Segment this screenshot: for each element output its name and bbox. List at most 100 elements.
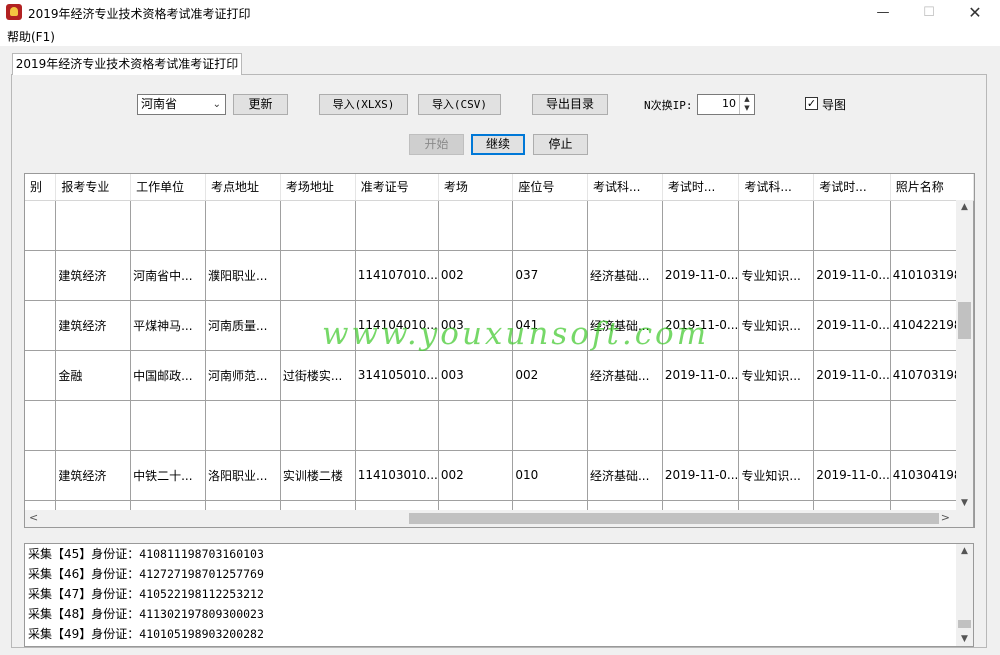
column-header[interactable]: 准考证号 [355,174,439,201]
table-cell[interactable]: 314105010... [355,350,439,401]
column-header[interactable]: 考试时... [662,174,740,201]
table-cell[interactable] [587,200,663,251]
table-cell[interactable]: 建筑经济 [55,250,132,301]
table-cell[interactable]: 041 [512,300,588,351]
continue-button[interactable]: 继续 [471,134,525,155]
scroll-up-icon[interactable]: ▲ [956,546,973,556]
table-cell[interactable] [280,400,356,451]
table-cell[interactable] [355,400,439,451]
column-header[interactable]: 座位号 [512,174,588,201]
table-cell[interactable]: 中铁二十... [130,450,206,501]
table-cell[interactable]: 2019-11-0... [813,350,891,401]
import-csv-button[interactable]: 导入(CSV) [418,94,501,115]
table-cell[interactable] [25,300,57,351]
table-cell[interactable]: 114107010... [355,250,439,301]
data-grid[interactable]: 别报考专业 工作单位 考点地址 考场地址 准考证号 考场 座位号 考试科... 考试时... 考试… [24,173,975,528]
table-cell[interactable]: 经济基础... [587,250,663,301]
table-cell[interactable] [130,200,206,251]
table-cell[interactable]: 经济基础... [587,350,663,401]
table-cell[interactable]: 平煤神马... [130,300,206,351]
import-xlsx-button[interactable]: 导入(XLXS) [319,94,408,115]
column-header[interactable]: 考点地址 [205,174,281,201]
table-cell[interactable]: 010 [512,450,588,501]
table-row[interactable]: 建筑经济 平煤神马... 河南质量... 114104010... 003 041 经济基础… [25,300,974,351]
column-header[interactable]: 考试科... [738,174,815,201]
table-cell[interactable]: 2019-11-0... [813,300,891,351]
grid-vertical-scrollbar[interactable]: ▲ ▼ [956,200,973,510]
maximize-button[interactable]: ☐ [906,0,952,26]
table-cell[interactable] [25,400,57,451]
column-header[interactable]: 别 [25,174,57,201]
scroll-down-icon[interactable]: ▼ [956,634,973,644]
grid-horizontal-scroll-thumb[interactable] [409,513,939,524]
table-cell[interactable] [25,200,57,251]
table-cell[interactable]: 037 [512,250,588,301]
table-cell[interactable]: 003 [438,300,514,351]
table-cell[interactable]: 濮阳职业... [205,250,281,301]
table-cell[interactable]: 经济基础... [587,300,663,351]
start-button[interactable]: 开始 [409,134,464,155]
table-cell[interactable]: 002 [512,350,588,401]
column-header[interactable]: 考场 [438,174,514,201]
table-cell[interactable]: 过街楼实... [280,350,356,401]
menu-help[interactable]: 帮助(F1) [7,28,55,45]
table-cell[interactable] [813,400,891,451]
guide-checkbox[interactable]: ✓ [805,97,818,110]
table-row[interactable] [25,200,974,251]
table-cell[interactable]: 建筑经济 [55,300,132,351]
column-header[interactable]: 考试科... [587,174,663,201]
table-cell[interactable] [205,400,281,451]
close-button[interactable]: ✕ [952,0,998,26]
table-cell[interactable] [55,200,132,251]
table-cell[interactable]: 专业知识... [738,450,815,501]
table-cell[interactable] [438,400,514,451]
minimize-button[interactable]: — [860,0,906,26]
column-header[interactable]: 工作单位 [130,174,206,201]
table-cell[interactable]: 2019-11-0... [813,450,891,501]
table-cell[interactable]: 洛阳职业... [205,450,281,501]
table-cell[interactable]: 中国邮政... [130,350,206,401]
table-cell[interactable] [738,200,815,251]
table-cell[interactable]: 2019-11-0... [662,300,740,351]
table-cell[interactable] [25,350,57,401]
table-row[interactable]: 金融 中国邮政... 河南师范... 过街楼实... 314105010... 003 00… [25,350,974,401]
table-cell[interactable] [280,300,356,351]
column-header[interactable]: 照片名称 [890,174,974,201]
stop-button[interactable]: 停止 [533,134,588,155]
table-cell[interactable]: 002 [438,450,514,501]
table-cell[interactable] [355,200,439,251]
log-panel[interactable]: 采集【45】身份证：410811198703160103 采集【46】身份证：41… [24,543,974,647]
stepper-up-icon[interactable]: ▲ [740,95,754,104]
update-button[interactable]: 更新 [233,94,288,115]
table-cell[interactable] [130,400,206,451]
table-cell[interactable] [512,200,588,251]
table-cell[interactable]: 2019-11-0... [662,450,740,501]
scroll-right-icon[interactable]: > [941,511,950,524]
table-cell[interactable] [587,400,663,451]
table-cell[interactable] [738,400,815,451]
table-cell[interactable]: 114103010... [355,450,439,501]
table-cell[interactable]: 建筑经济 [55,450,132,501]
grid-horizontal-scrollbar[interactable]: < > [25,510,956,527]
table-cell[interactable] [280,250,356,301]
table-row[interactable]: 建筑经济 中铁二十... 洛阳职业... 实训楼二楼 114103010... 002 01… [25,450,974,501]
table-cell[interactable] [662,200,740,251]
table-cell[interactable]: 2019-11-0... [813,250,891,301]
table-cell[interactable]: 河南质量... [205,300,281,351]
table-cell[interactable] [25,450,57,501]
stepper-down-icon[interactable]: ▼ [740,104,754,113]
table-cell[interactable]: 002 [438,250,514,301]
log-vertical-scrollbar[interactable]: ▲ ▼ [956,544,973,646]
table-cell[interactable] [438,200,514,251]
table-cell[interactable] [55,400,132,451]
table-cell[interactable]: 114104010... [355,300,439,351]
export-dir-button[interactable]: 导出目录 [532,94,608,115]
table-cell[interactable]: 专业知识... [738,250,815,301]
stepper-arrows[interactable]: ▲ ▼ [739,95,754,114]
column-header[interactable]: 考试时... [813,174,891,201]
table-cell[interactable]: 经济基础... [587,450,663,501]
table-cell[interactable]: 河南省中... [130,250,206,301]
table-cell[interactable]: 2019-11-0... [662,350,740,401]
table-cell[interactable]: 河南师范... [205,350,281,401]
switch-ip-stepper[interactable]: 10 ▲ ▼ [697,94,755,115]
